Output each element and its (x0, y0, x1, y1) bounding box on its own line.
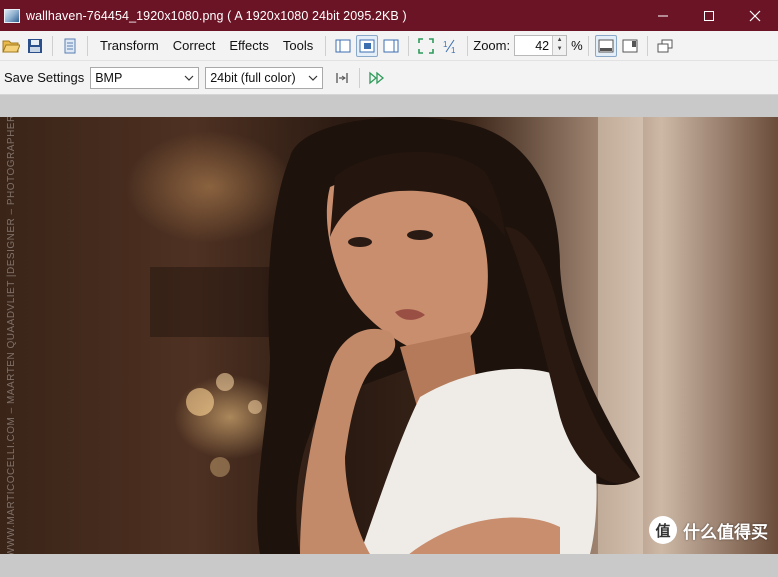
title-bar: wallhaven-764454_1920x1080.png ( A 1920x… (0, 0, 778, 31)
minimize-icon (658, 15, 668, 16)
panel-right-button[interactable] (380, 35, 402, 57)
zoom-label: Zoom: (473, 38, 511, 53)
toolbar-separator (587, 35, 589, 56)
zoom-spin-arrows[interactable]: ▲ ▼ (552, 36, 567, 55)
color-depth-select[interactable]: 24bit (full color) (205, 66, 324, 89)
fit-window-button[interactable] (415, 35, 437, 57)
photo-image: WWW.MARTICOCELLI.COM – MAARTEN QUAADVLIE… (0, 117, 778, 554)
page-icon (64, 38, 76, 53)
toolbar-separator (359, 67, 361, 88)
spin-down-icon[interactable]: ▼ (553, 45, 566, 54)
zoom-unit: % (571, 38, 583, 53)
chevron-down-icon (308, 75, 318, 81)
chevron-down-icon (184, 75, 194, 81)
bracket-options-icon (336, 72, 348, 83)
save-button[interactable] (24, 35, 46, 57)
close-icon (749, 10, 761, 21)
page-button[interactable] (59, 35, 81, 57)
options-button[interactable] (331, 67, 353, 89)
fast-forward-icon (369, 71, 385, 84)
close-button[interactable] (732, 0, 778, 31)
color-depth-value: 24bit (full color) (210, 70, 296, 85)
menu-effects[interactable]: Effects (222, 38, 276, 53)
toolbar-separator (325, 35, 327, 56)
toolbar-separator (52, 35, 53, 56)
toolbar-separator (467, 35, 469, 56)
svg-text:1: 1 (451, 46, 456, 54)
view-bottom-panel-button[interactable] (594, 34, 617, 57)
toolbar-separator (646, 35, 648, 56)
fit-expand-icon (418, 37, 435, 54)
format-select[interactable]: BMP (90, 66, 200, 89)
portrait-illustration (150, 117, 643, 554)
brand-logo-icon: 值 (649, 516, 677, 544)
toolbar-separator (87, 35, 88, 56)
open-folder-icon (2, 40, 20, 52)
actual-size-button[interactable]: 11 (439, 35, 461, 57)
toolbar-separator (408, 35, 410, 56)
minimize-button[interactable] (640, 0, 686, 31)
save-disk-icon (28, 38, 42, 53)
save-settings-bar: Save Settings BMP 24bit (full color) (0, 61, 778, 95)
panel-center-icon (359, 39, 375, 52)
window-title: wallhaven-764454_1920x1080.png ( A 1920x… (26, 8, 407, 23)
panel-right-icon (383, 39, 399, 52)
app-icon (4, 8, 20, 23)
menu-correct[interactable]: Correct (166, 38, 223, 53)
bottom-panel-icon (598, 39, 614, 52)
brand-text: 什么值得买 (683, 522, 768, 542)
side-panel-icon (622, 39, 638, 52)
panel-left-icon (335, 39, 351, 52)
one-to-one-icon: 11 (443, 39, 456, 54)
panel-left-button[interactable] (332, 35, 354, 57)
save-settings-label: Save Settings (4, 70, 85, 85)
windows-cascade-icon (657, 39, 673, 52)
format-value: BMP (95, 70, 123, 85)
photographer-watermark: WWW.MARTICOCELLI.COM – MAARTEN QUAADVLIE… (6, 117, 17, 554)
spin-up-icon[interactable]: ▲ (553, 36, 566, 45)
view-side-panel-button[interactable] (619, 35, 641, 57)
svg-text:1: 1 (443, 40, 448, 49)
open-button[interactable] (0, 35, 22, 57)
zoom-value[interactable]: 42 (515, 39, 552, 53)
maximize-icon (704, 10, 714, 21)
window-arrange-button[interactable] (654, 35, 676, 57)
menu-tools[interactable]: Tools (276, 38, 320, 53)
main-toolbar: Transform Correct Effects Tools 11 Zoom:… (0, 31, 778, 61)
apply-save-button[interactable] (366, 67, 388, 89)
zoom-stepper[interactable]: 42 ▲ ▼ (514, 35, 568, 56)
site-watermark: 值 什么值得买 (649, 516, 768, 544)
menu-transform[interactable]: Transform (93, 38, 166, 53)
panel-center-button[interactable] (356, 34, 379, 57)
maximize-button[interactable] (686, 0, 732, 31)
image-canvas[interactable]: WWW.MARTICOCELLI.COM – MAARTEN QUAADVLIE… (0, 95, 778, 577)
